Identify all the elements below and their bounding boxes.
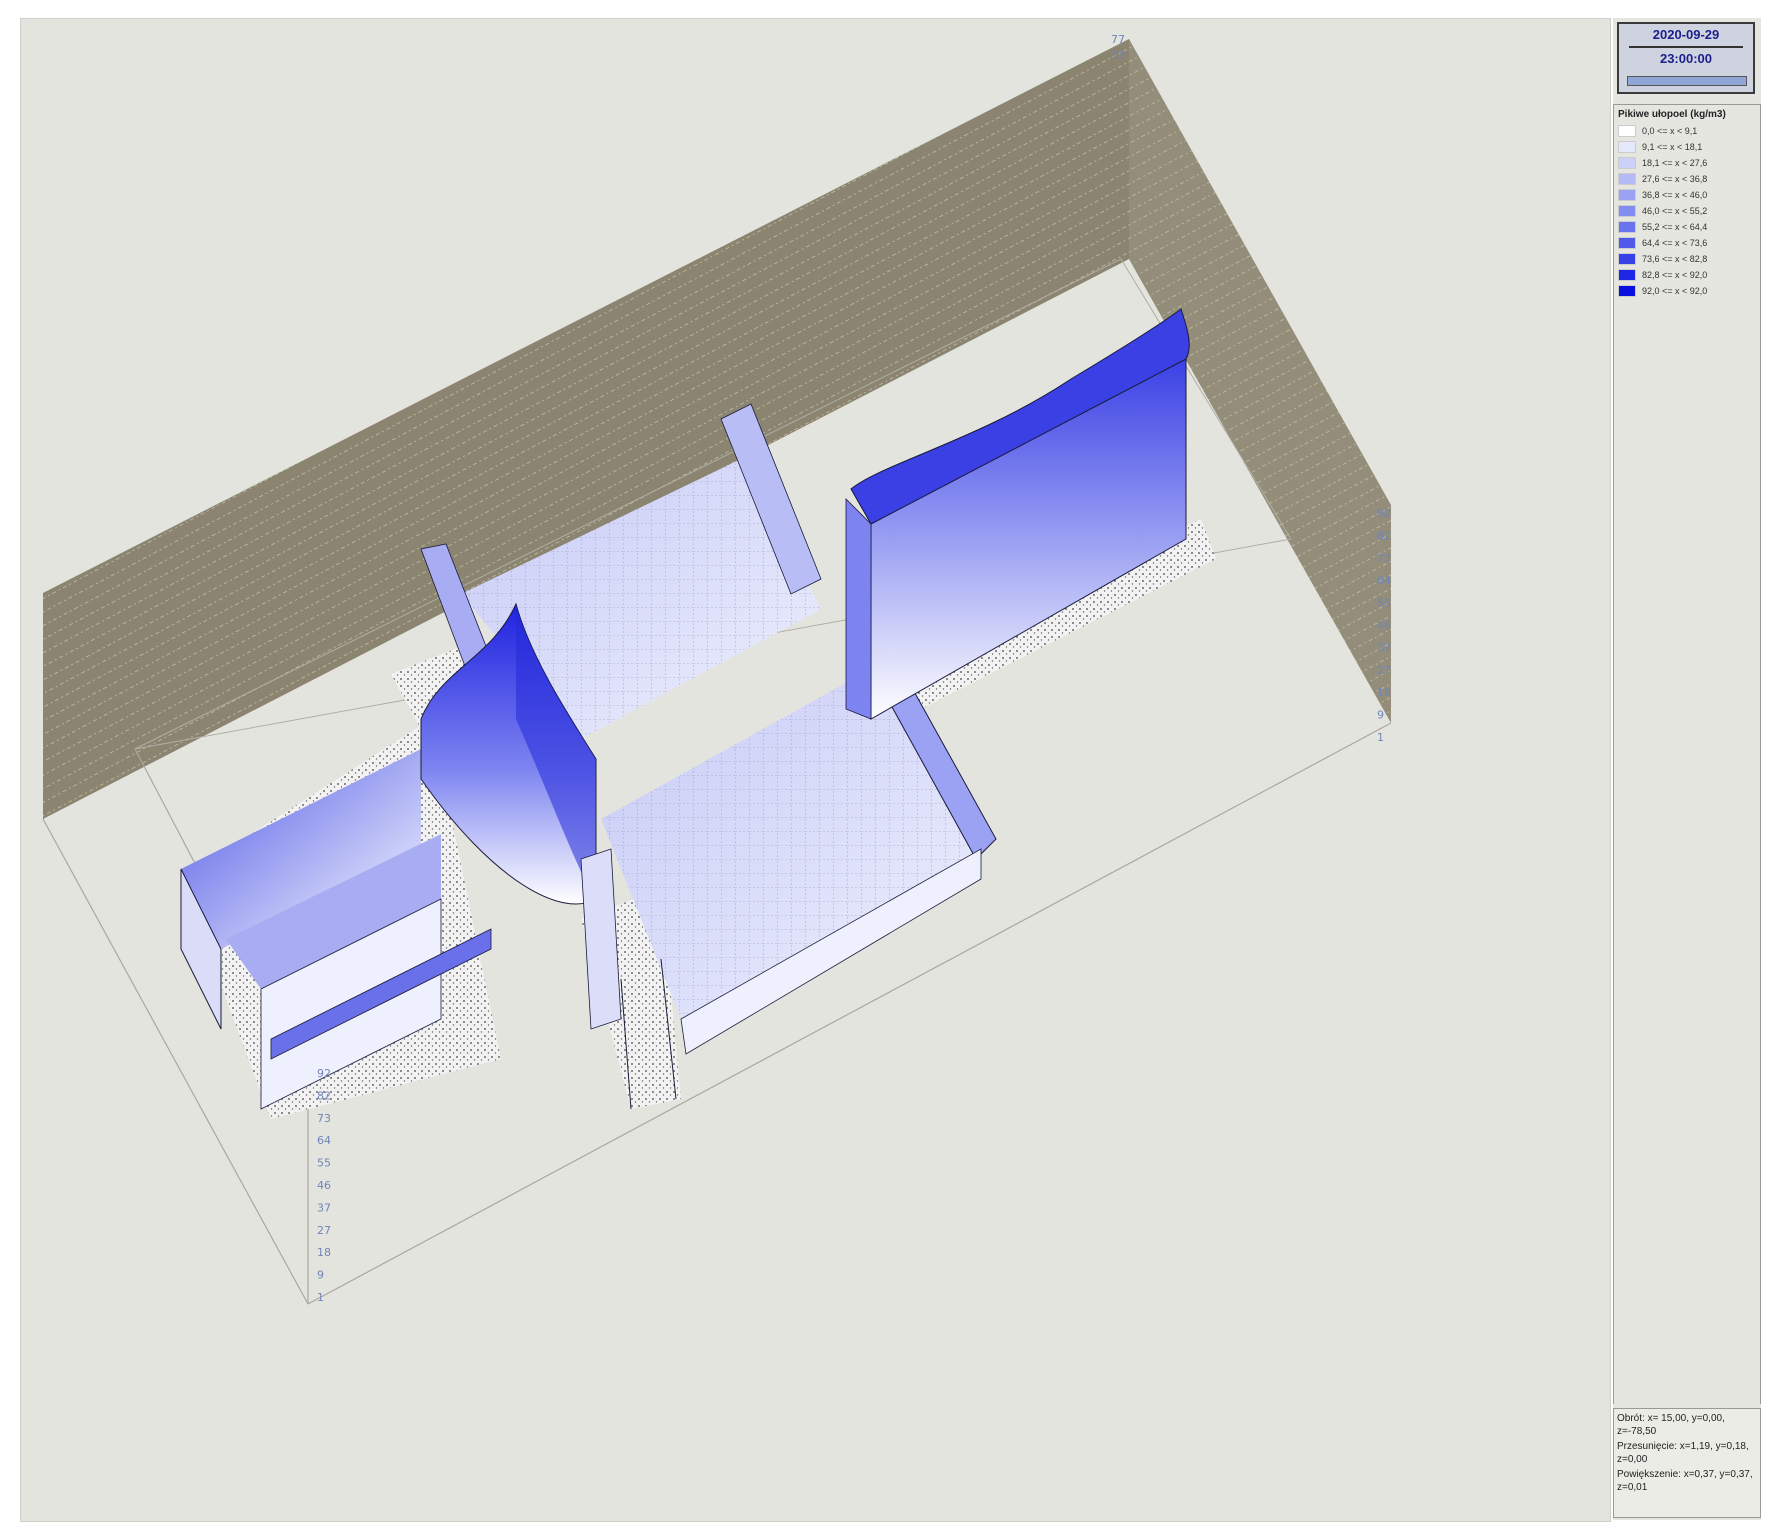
legend-label: 82,8 <= x < 92,0 [1642,270,1708,280]
axis-tick-label: 27 [1377,664,1391,677]
axis-tick-label: 46 [317,1179,331,1192]
legend-swatch [1618,157,1636,169]
legend-swatch [1618,253,1636,265]
center-vertical-fin [580,848,622,1030]
legend-label: 64,4 <= x < 73,6 [1642,238,1708,248]
axis-tick-label: 1 [317,1291,324,1304]
axis-tick-label: 18 [317,1246,331,1259]
legend-rows: 0,0 <= x < 9,1 9,1 <= x < 18,1 18,1 <= x <… [1618,123,1756,299]
legend-swatch [1618,237,1636,249]
legend-row: 73,6 <= x < 82,8 [1618,251,1756,267]
legend-swatch [1618,125,1636,137]
date-label: 2020-09-29 [1652,27,1720,42]
axis-tick-label: 73 [1377,552,1391,565]
back-walls [43,39,1391,819]
legend-label: 18,1 <= x < 27,6 [1642,158,1708,168]
view-info: Obrót: x= 15,00, y=0,00, z=-78,50 Przesu… [1613,1408,1761,1518]
legend-label: 9,1 <= x < 18,1 [1642,142,1703,152]
legend-row: 55,2 <= x < 64,4 [1618,219,1756,235]
surface-plot-3d: 1 9 18 27 37 46 55 64 73 82 92 1 9 18 27 37 46 55 64 73 82 9… [42,33,1392,1305]
legend-label: 73,6 <= x < 82,8 [1642,254,1708,264]
legend-row: 18,1 <= x < 27,6 [1618,155,1756,171]
axis-tick-label: 18 [1377,686,1391,699]
axis-tick-label: 77 [1111,49,1125,62]
legend-swatch [1618,285,1636,297]
axis-tick-label: 64 [317,1134,331,1147]
legend-row: 0,0 <= x < 9,1 [1618,123,1756,139]
axis-tick-label: 92 [317,1067,331,1080]
time-progress-bar[interactable] [1627,76,1747,86]
axis-tick-label: 1 [1377,731,1384,744]
translation-readout: Przesunięcie: x=1,19, y=0,18, z=0,00 [1617,1441,1749,1465]
color-legend: Pikiwe ułopoel (kg/m3) 0,0 <= x < 9,1 9,1… [1613,104,1761,1404]
legend-row: 64,4 <= x < 73,6 [1618,235,1756,251]
axis-tick-label: 55 [1377,597,1391,610]
axis-tick-label: 55 [317,1157,331,1170]
datetime-display: 2020-09-29 23:00:00 [1617,22,1755,94]
legend-swatch [1618,141,1636,153]
time-progress-fill [1628,77,1746,85]
axis-tick-label: 27 [317,1224,331,1237]
legend-swatch [1618,205,1636,217]
legend-swatch [1618,269,1636,281]
right-block-side [845,498,872,720]
side-panel: 2020-09-29 23:00:00 Pikiwe ułopoel (kg/m… [1613,18,1761,1520]
legend-label: 55,2 <= x < 64,4 [1642,222,1708,232]
axis-tick-label: 82 [317,1089,331,1102]
legend-title: Pikiwe ułopoel (kg/m3) [1618,109,1726,120]
axis-tick-label: 77 [1111,33,1125,46]
scale-readout: Powiększenie: x=0,37, y=0,37, z=0,01 [1617,1469,1753,1493]
rotation-readout: Obrót: x= 15,00, y=0,00, z=-78,50 [1617,1413,1725,1437]
legend-row: 36,8 <= x < 46,0 [1618,187,1756,203]
legend-row: 9,1 <= x < 18,1 [1618,139,1756,155]
legend-row: 27,6 <= x < 36,8 [1618,171,1756,187]
legend-swatch [1618,173,1636,185]
legend-label: 0,0 <= x < 9,1 [1642,126,1698,136]
axis-tick-label: 92 [1377,507,1391,520]
axis-tick-label: 64 [1377,574,1391,587]
axis-tick-label: 82 [1377,529,1391,542]
axis-tick-label: 9 [1377,709,1384,722]
legend-label: 36,8 <= x < 46,0 [1642,190,1708,200]
legend-label: 92,0 <= x < 92,0 [1642,286,1708,296]
legend-row: 46,0 <= x < 55,2 [1618,203,1756,219]
axis-tick-label: 73 [317,1112,331,1125]
legend-row: 92,0 <= x < 92,0 [1618,283,1756,299]
legend-row: 82,8 <= x < 92,0 [1618,267,1756,283]
legend-swatch [1618,189,1636,201]
legend-label: 46,0 <= x < 55,2 [1642,206,1708,216]
legend-swatch [1618,221,1636,233]
axis-tick-label: 9 [317,1269,324,1282]
axis-tick-label: 37 [317,1201,331,1214]
surface-plot-viewport[interactable]: 1 9 18 27 37 46 55 64 73 82 92 1 9 18 27 37 46 55 64 73 82 9… [20,18,1611,1522]
axis-tick-label: 46 [1377,619,1391,632]
axis-tick-label: 37 [1377,641,1391,654]
legend-label: 27,6 <= x < 36,8 [1642,174,1708,184]
time-label: 23:00:00 [1659,51,1713,66]
